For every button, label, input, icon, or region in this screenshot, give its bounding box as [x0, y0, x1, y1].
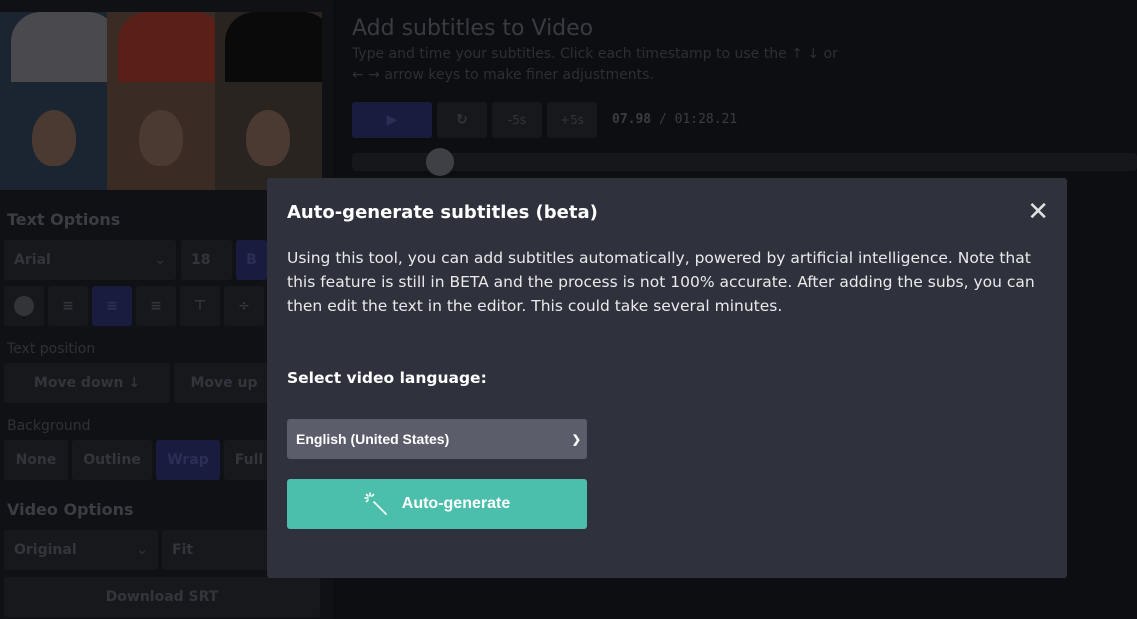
fit-value: Fit [172, 542, 194, 558]
modal-title: Auto-generate subtitles (beta) [287, 202, 598, 223]
size-select[interactable]: 18 [181, 240, 232, 280]
fit-select[interactable]: Fit [162, 530, 272, 570]
text-position-label: Text position [7, 341, 96, 357]
restart-button[interactable]: ↻ [437, 102, 487, 138]
align-right-icon[interactable]: ≡ [136, 286, 176, 326]
auto-generate-modal: Auto-generate subtitles (beta) ✕ Using t… [267, 178, 1067, 578]
align-middle-icon[interactable]: ÷ [224, 286, 264, 326]
language-value: English (United States) [296, 431, 450, 447]
font-value: Arial [14, 252, 51, 268]
size-value: 18 [191, 252, 211, 268]
seek-handle[interactable] [426, 148, 454, 176]
modal-description: Using this tool, you can add subtitles a… [287, 249, 1035, 315]
language-select[interactable]: English (United States) ❯ [287, 419, 587, 459]
ratio-select[interactable]: Original ⌄ [4, 530, 158, 570]
bg-none-button[interactable]: None [4, 440, 68, 480]
bg-outline-button[interactable]: Outline [72, 440, 152, 480]
align-left-icon[interactable]: ≡ [48, 286, 88, 326]
video-preview[interactable] [0, 12, 322, 190]
play-button[interactable]: ▶ [352, 102, 432, 138]
duration: / 01:28.21 [658, 112, 738, 127]
bg-wrap-button[interactable]: Wrap [156, 440, 220, 480]
close-icon[interactable]: ✕ [1027, 199, 1049, 225]
video-options-heading: Video Options [7, 500, 134, 519]
align-center-icon[interactable]: ≡ [92, 286, 132, 326]
page-subtitle: Type and time your subtitles. Click each… [352, 46, 838, 83]
current-time: 07.98 [612, 112, 652, 127]
chevron-down-icon: ⌄ [136, 542, 148, 558]
ratio-value: Original [14, 542, 77, 558]
chevron-down-icon: ⌄ [154, 252, 166, 268]
download-srt-button[interactable]: Download SRT [4, 577, 320, 617]
move-up-button[interactable]: Move up [174, 363, 274, 403]
background-label: Background [7, 418, 91, 434]
auto-generate-label: Auto-generate [401, 495, 511, 512]
page-title: Add subtitles to Video [352, 16, 594, 41]
language-label: Select video language: [287, 369, 487, 387]
auto-generate-button[interactable]: Auto-generate [287, 479, 587, 529]
magic-wand-icon [363, 492, 387, 515]
time-display: 07.98 / 01:28.21 [612, 112, 737, 127]
text-options-heading: Text Options [7, 210, 121, 229]
align-top-icon[interactable]: ⊤ [180, 286, 220, 326]
chevron-down-icon: ❯ [571, 433, 581, 446]
back-5s-button[interactable]: -5s [492, 102, 542, 138]
font-select[interactable]: Arial ⌄ [4, 240, 176, 280]
forward-5s-button[interactable]: +5s [547, 102, 597, 138]
move-down-button[interactable]: Move down ↓ [4, 363, 170, 403]
bold-button[interactable]: B [236, 240, 267, 280]
seek-bar[interactable] [352, 153, 1137, 171]
color-swatch-icon [14, 296, 34, 316]
color-button[interactable] [4, 286, 44, 326]
